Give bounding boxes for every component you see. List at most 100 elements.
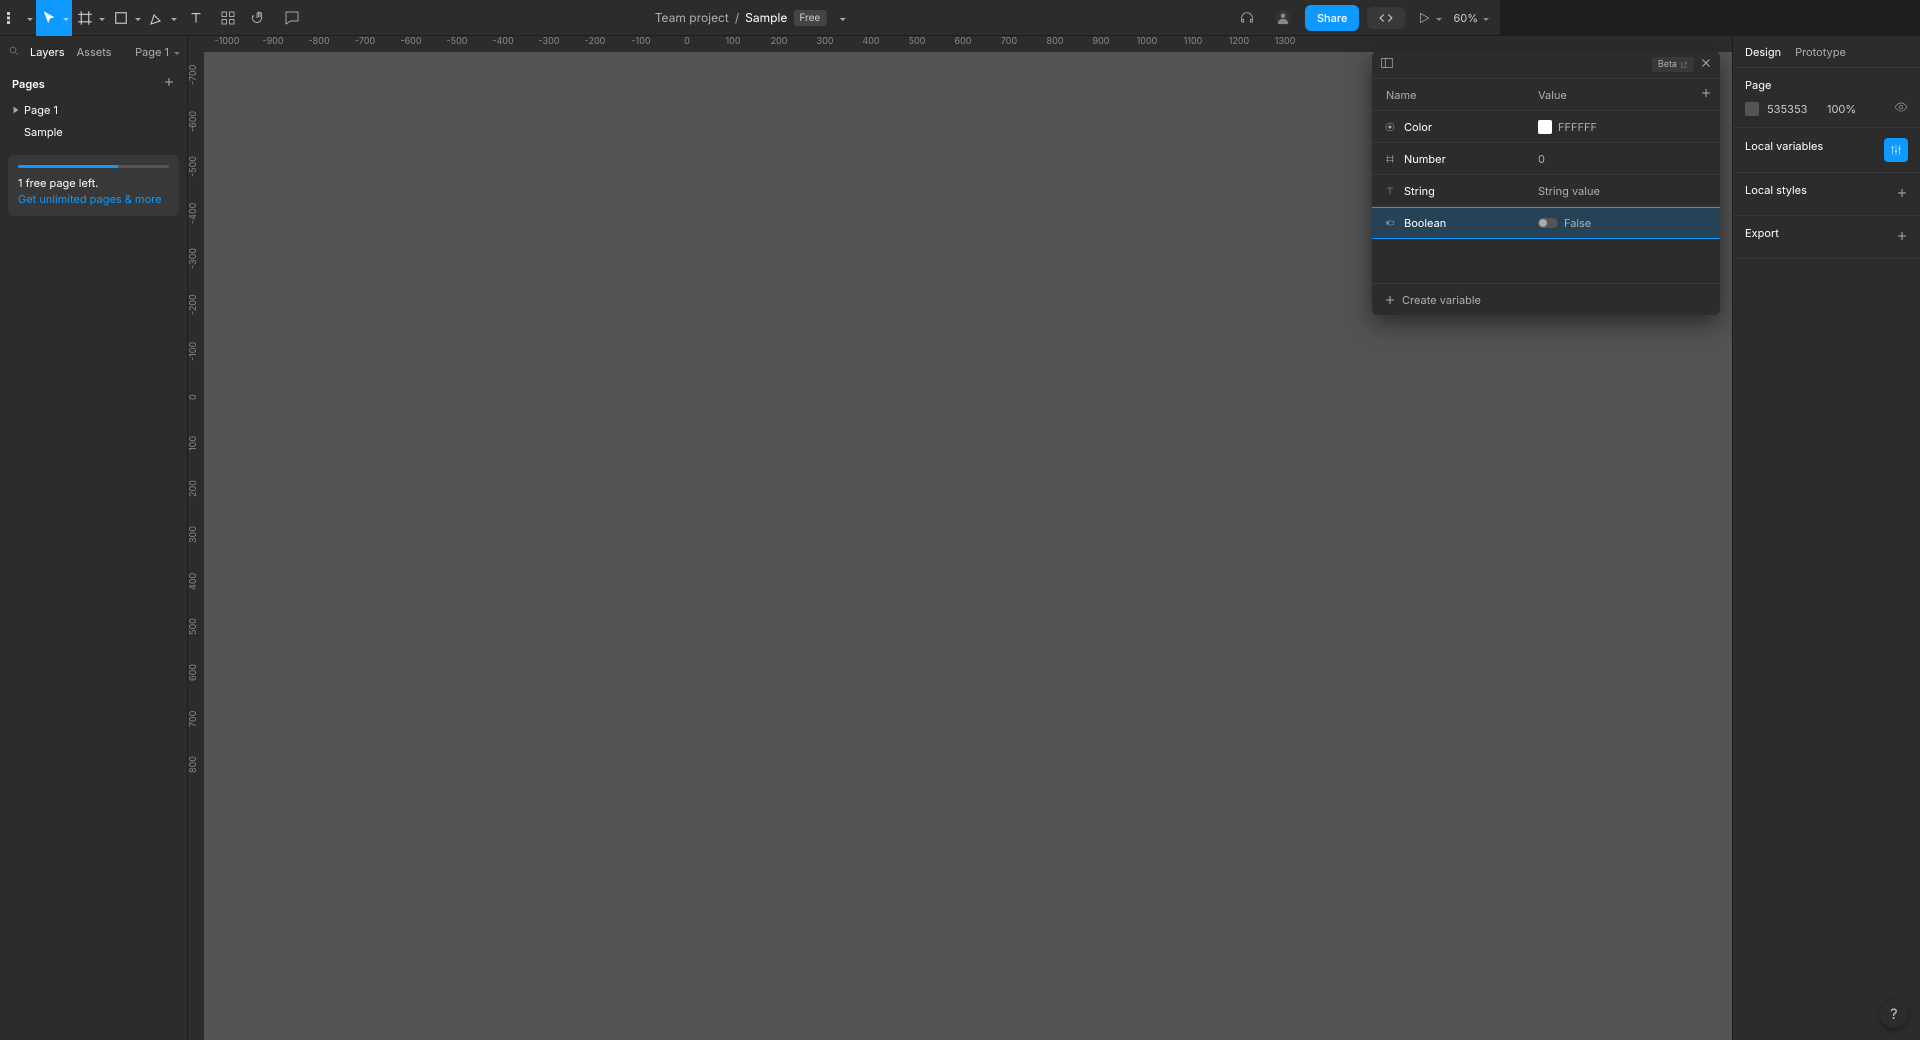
ruler-tick: -800 bbox=[296, 36, 342, 52]
tab-prototype[interactable]: Prototype bbox=[1795, 45, 1846, 59]
ruler-tick: -100 bbox=[618, 36, 664, 52]
share-button[interactable]: Share bbox=[1305, 5, 1359, 31]
comment-icon bbox=[283, 9, 301, 27]
ruler-vertical: -700-600-500-400-300-200-100010020030040… bbox=[188, 52, 204, 1040]
plus-icon bbox=[1700, 87, 1712, 99]
page-selector[interactable]: Page 1 bbox=[135, 45, 179, 59]
variable-value[interactable]: False bbox=[1528, 216, 1720, 230]
tab-layers[interactable]: Layers bbox=[24, 41, 71, 63]
eye-icon bbox=[1894, 100, 1908, 114]
add-style-button[interactable] bbox=[1896, 187, 1908, 202]
text-tool-button[interactable] bbox=[180, 0, 212, 36]
plus-icon bbox=[163, 76, 175, 88]
figma-logo-icon bbox=[4, 9, 22, 27]
ruler-tick: 700 bbox=[986, 36, 1032, 52]
page-item[interactable]: Page 1 bbox=[0, 99, 187, 121]
variable-row-boolean[interactable]: Boolean False bbox=[1372, 207, 1720, 239]
zoom-menu[interactable]: 60% bbox=[1453, 11, 1488, 25]
panel-icon bbox=[1380, 56, 1394, 70]
ruler-tick: -200 bbox=[188, 282, 204, 328]
shape-tool-button[interactable] bbox=[108, 0, 144, 36]
ruler-tick: 800 bbox=[1032, 36, 1078, 52]
color-variable-icon bbox=[1384, 121, 1398, 133]
sliders-icon bbox=[1889, 143, 1903, 157]
close-icon bbox=[1700, 57, 1712, 69]
toolbar-right: Share 60% bbox=[1233, 0, 1500, 35]
upgrade-banner: 1 free page left. Get unlimited pages & … bbox=[8, 155, 179, 216]
variable-value[interactable]: String value bbox=[1528, 184, 1720, 198]
headphones-icon bbox=[1239, 10, 1255, 26]
move-tool-button[interactable] bbox=[36, 0, 72, 36]
file-name[interactable]: Sample bbox=[745, 10, 787, 25]
local-variables-section: Local variables bbox=[1733, 128, 1920, 173]
resources-button[interactable] bbox=[212, 0, 244, 36]
visibility-toggle[interactable] bbox=[1894, 100, 1908, 117]
boolean-toggle[interactable] bbox=[1538, 218, 1558, 228]
add-page-button[interactable] bbox=[163, 76, 175, 91]
ruler-tick: -200 bbox=[572, 36, 618, 52]
background-swatch[interactable] bbox=[1745, 102, 1759, 116]
team-project-link[interactable]: Team project bbox=[655, 10, 729, 25]
comment-tool-button[interactable] bbox=[276, 0, 308, 36]
add-mode-button[interactable] bbox=[1692, 87, 1720, 102]
ruler-tick: 1000 bbox=[1124, 36, 1170, 52]
pen-tool-button[interactable] bbox=[144, 0, 180, 36]
ruler-tick: 0 bbox=[664, 36, 710, 52]
file-menu-chevron[interactable] bbox=[836, 11, 845, 25]
variable-value[interactable]: 0 bbox=[1528, 152, 1720, 166]
ruler-tick: -500 bbox=[434, 36, 480, 52]
sidebar-toggle-button[interactable] bbox=[1380, 56, 1394, 73]
ruler-tick: 500 bbox=[188, 604, 204, 650]
local-styles-title: Local styles bbox=[1745, 183, 1807, 197]
layer-item[interactable]: Sample bbox=[0, 121, 187, 143]
hand-tool-button[interactable] bbox=[244, 0, 276, 36]
ruler-tick: 1100 bbox=[1170, 36, 1216, 52]
ruler-tick: 1300 bbox=[1262, 36, 1308, 52]
tab-assets[interactable]: Assets bbox=[71, 41, 118, 63]
export-section: Export bbox=[1733, 216, 1920, 259]
background-opacity[interactable]: 100% bbox=[1827, 102, 1863, 116]
file-breadcrumb: Team project / Sample Free bbox=[655, 10, 846, 26]
beta-badge[interactable]: Beta bbox=[1652, 57, 1694, 72]
ruler-tick: -600 bbox=[188, 98, 204, 144]
open-variables-button[interactable] bbox=[1884, 138, 1908, 162]
main-menu-button[interactable] bbox=[0, 0, 36, 36]
dev-mode-toggle[interactable] bbox=[1367, 7, 1405, 29]
plan-badge: Free bbox=[793, 10, 826, 26]
create-variable-button[interactable]: Create variable bbox=[1372, 283, 1720, 315]
ruler-tick: -500 bbox=[188, 144, 204, 190]
variable-row-color[interactable]: Color FFFFFF bbox=[1372, 111, 1720, 143]
variable-row-number[interactable]: Number 0 bbox=[1372, 143, 1720, 175]
column-name: Name bbox=[1372, 88, 1528, 102]
chevron-down-icon bbox=[24, 11, 32, 25]
search-button[interactable] bbox=[8, 45, 20, 60]
layer-name: Sample bbox=[24, 125, 63, 139]
usage-bar bbox=[18, 165, 169, 168]
help-button[interactable]: ? bbox=[1880, 1000, 1908, 1028]
left-panel: Layers Assets Page 1 Pages Page 1 Sample… bbox=[0, 36, 188, 1040]
breadcrumb-separator: / bbox=[735, 10, 739, 25]
banner-upgrade-link[interactable]: Get unlimited pages & more bbox=[18, 192, 169, 206]
avatar-icon bbox=[1274, 9, 1292, 27]
color-swatch bbox=[1538, 120, 1552, 134]
close-button[interactable] bbox=[1700, 57, 1712, 72]
tab-design[interactable]: Design bbox=[1745, 45, 1781, 59]
audio-button[interactable] bbox=[1233, 4, 1261, 32]
right-panel: Design Prototype Page 535353 100% Local … bbox=[1732, 36, 1920, 1040]
triangle-right-icon bbox=[12, 106, 20, 114]
frame-tool-button[interactable] bbox=[72, 0, 108, 36]
play-icon bbox=[1417, 11, 1431, 25]
variable-row-string[interactable]: String String value bbox=[1372, 175, 1720, 207]
frame-icon bbox=[76, 9, 94, 27]
ruler-tick: 600 bbox=[940, 36, 986, 52]
present-button[interactable] bbox=[1413, 11, 1445, 25]
avatar[interactable] bbox=[1269, 4, 1297, 32]
background-hex[interactable]: 535353 bbox=[1767, 102, 1819, 116]
boolean-variable-icon bbox=[1384, 217, 1398, 229]
search-icon bbox=[8, 45, 20, 57]
ruler-tick: -700 bbox=[342, 36, 388, 52]
variable-value[interactable]: FFFFFF bbox=[1528, 120, 1720, 134]
add-export-button[interactable] bbox=[1896, 230, 1908, 245]
ruler-tick: 200 bbox=[756, 36, 802, 52]
ruler-tick: -400 bbox=[480, 36, 526, 52]
